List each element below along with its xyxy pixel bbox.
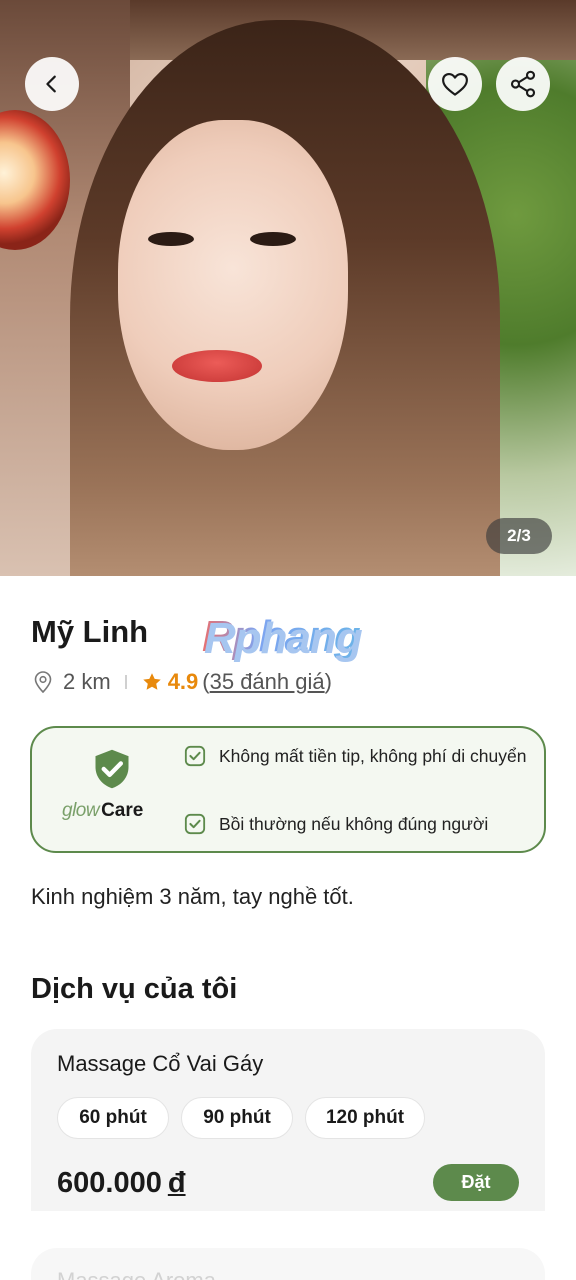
location-pin-icon — [34, 671, 52, 694]
service-price-currency: đ — [167, 1167, 186, 1199]
glowcare-logo-care: Care — [101, 800, 144, 821]
glowcare-logo-glow: glow — [62, 800, 100, 821]
distance-text: 2 km — [63, 669, 111, 694]
photo-counter: 2/3 — [486, 518, 552, 554]
back-button[interactable] — [25, 57, 79, 111]
services-title: Dịch vụ của tôi — [31, 973, 238, 1005]
glowcare-box: glow Care Không mất tiền tip, không phí … — [30, 726, 546, 853]
service-card: Massage Cổ Vai Gáy 60 phút 90 phút 120 p… — [31, 1029, 545, 1211]
photo-eye-right — [250, 232, 296, 246]
duration-option-60[interactable]: 60 phút — [57, 1097, 169, 1139]
photo-eye-left — [148, 232, 194, 246]
share-icon — [510, 70, 536, 98]
check-square-icon — [184, 745, 206, 767]
profile-meta: 2 km 4.9 (35 đánh giá) — [31, 666, 332, 698]
glowcare-item: Bồi thường nếu không đúng người — [184, 813, 488, 835]
service-price: 600.000 đ — [57, 1167, 186, 1200]
reviews-count: 35 đánh giá — [209, 669, 325, 694]
service-name: Massage Cổ Vai Gáy — [57, 1051, 264, 1076]
reviews-open-paren: ( — [202, 669, 210, 694]
book-button[interactable]: Đặt — [433, 1164, 519, 1201]
provider-bio: Kinh nghiệm 3 năm, tay nghề tốt. — [31, 884, 354, 909]
favorite-button[interactable] — [428, 57, 482, 111]
heart-icon — [442, 72, 468, 96]
glowcare-item: Không mất tiền tip, không phí di chuyển — [184, 745, 526, 767]
rating-value: 4.9 — [167, 669, 199, 694]
profile-photo[interactable]: 2/3 — [0, 0, 576, 576]
star-icon — [142, 673, 161, 690]
provider-name: Mỹ Linh — [31, 614, 149, 649]
photo-lips — [172, 350, 262, 382]
service-card: Massage Aroma — [31, 1248, 545, 1280]
photo-face — [118, 120, 348, 450]
check-square-icon — [184, 813, 206, 835]
chevron-left-icon — [46, 75, 56, 93]
reviews-close-paren: ) — [324, 669, 332, 694]
duration-option-120[interactable]: 120 phút — [305, 1097, 425, 1139]
meta-divider — [124, 675, 127, 689]
glowcare-logo: glow Care — [62, 800, 143, 822]
service-price-value: 600.000 — [57, 1167, 162, 1199]
glowcare-item-text: Không mất tiền tip, không phí di chuyển — [219, 745, 527, 766]
glowcare-item-text: Bồi thường nếu không đúng người — [219, 813, 489, 834]
service-name: Massage Aroma — [57, 1268, 216, 1280]
duration-option-90[interactable]: 90 phút — [181, 1097, 293, 1139]
reviews-link[interactable]: (35 đánh giá) — [202, 669, 332, 695]
shield-check-icon — [95, 749, 129, 789]
share-button[interactable] — [496, 57, 550, 111]
watermark-logo: Rphang — [202, 612, 361, 661]
